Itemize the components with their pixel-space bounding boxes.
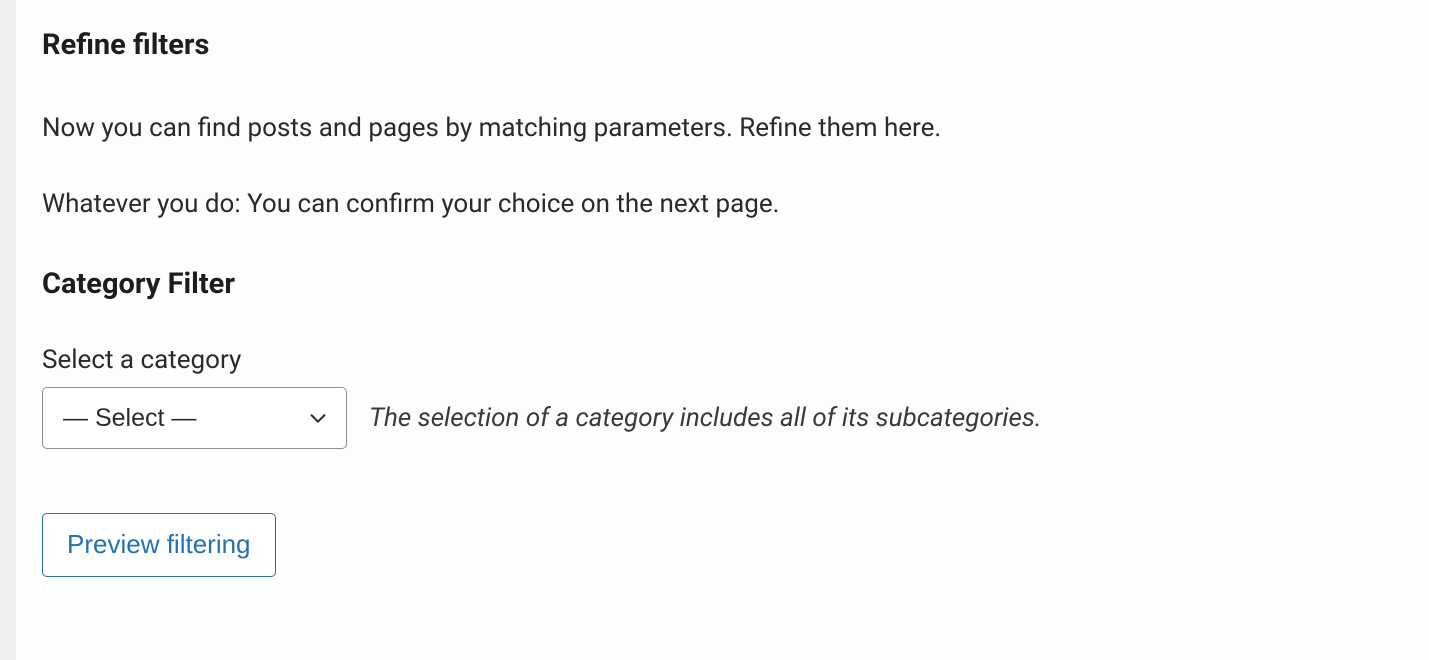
category-select-hint: The selection of a category includes all… bbox=[369, 400, 1042, 436]
category-select[interactable]: — Select — bbox=[42, 387, 347, 450]
preview-filtering-button[interactable]: Preview filtering bbox=[42, 513, 276, 577]
category-filter-heading: Category Filter bbox=[42, 267, 1429, 301]
refine-filters-heading: Refine filters bbox=[42, 28, 1429, 62]
description-paragraph-2: Whatever you do: You can confirm your ch… bbox=[42, 186, 1429, 222]
category-select-wrap: — Select — bbox=[42, 387, 347, 450]
category-select-label: Select a category bbox=[42, 345, 1429, 375]
left-border-strip bbox=[0, 0, 16, 660]
description-paragraph-1: Now you can find posts and pages by matc… bbox=[42, 110, 1429, 146]
content-area: Refine filters Now you can find posts an… bbox=[0, 0, 1429, 577]
category-select-row: — Select — The selection of a category i… bbox=[42, 387, 1429, 450]
